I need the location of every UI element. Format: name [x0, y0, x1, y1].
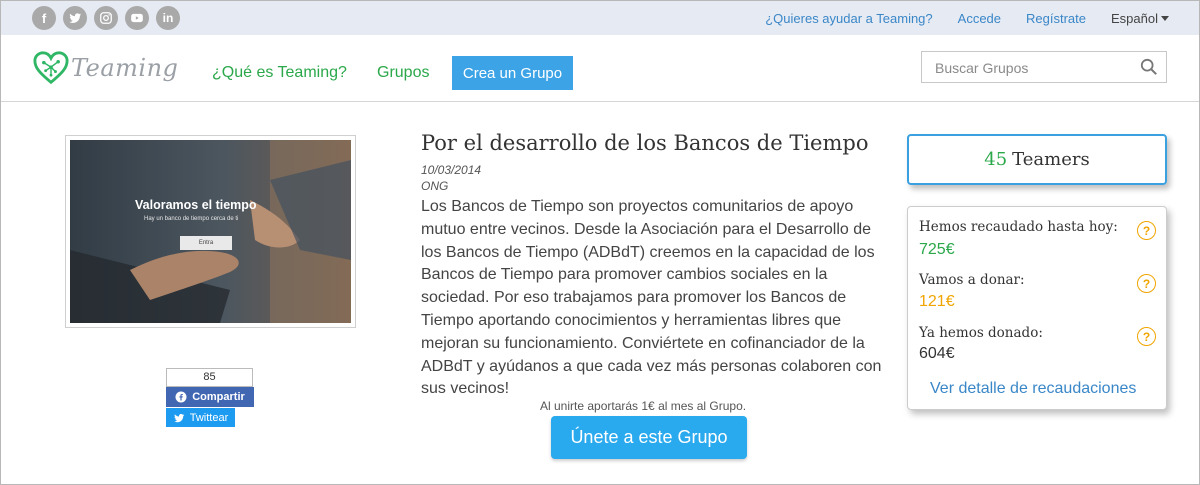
heart-logo-icon: [33, 51, 69, 85]
group-title: Por el desarrollo de los Bancos de Tiemp…: [421, 131, 869, 155]
help-icon[interactable]: ?: [1137, 327, 1156, 346]
teamers-label: Teamers: [1012, 149, 1090, 170]
search-icon[interactable]: [1140, 58, 1158, 76]
logo-text: Teaming: [71, 54, 179, 82]
donated-label: Ya hemos donado:: [919, 325, 1043, 341]
share-count: 85: [166, 368, 253, 387]
help-teaming-link[interactable]: ¿Quieres ayudar a Teaming?: [765, 11, 932, 26]
group-date: 10/03/2014: [421, 163, 482, 177]
youtube-icon[interactable]: [125, 6, 149, 30]
help-icon[interactable]: ?: [1137, 221, 1156, 240]
login-link[interactable]: Accede: [958, 11, 1001, 26]
tweet-button[interactable]: Twittear: [166, 408, 235, 427]
group-image: Valoramos el tiempo Hay un banco de tiem…: [65, 135, 356, 328]
search-input[interactable]: [933, 59, 1137, 77]
nav-groups[interactable]: Grupos: [377, 64, 429, 82]
create-group-button[interactable]: Crea un Grupo: [452, 56, 573, 90]
facebook-icon: [175, 391, 187, 403]
group-description: Los Bancos de Tiempo son proyectos comun…: [421, 198, 882, 398]
teamers-count-box: 45 Teamers: [907, 134, 1167, 185]
caret-down-icon: [1161, 16, 1169, 21]
facebook-icon[interactable]: f: [32, 6, 56, 30]
register-link[interactable]: Regístrate: [1026, 11, 1086, 26]
top-links: ¿Quieres ayudar a Teaming? Accede Regíst…: [740, 11, 1169, 26]
social-links: f in: [32, 6, 180, 30]
donated-value: 604€: [919, 345, 955, 362]
instagram-icon[interactable]: [94, 6, 118, 30]
teamers-count: 45: [984, 149, 1008, 170]
image-subheadline: Hay un banco de tiempo cerca de ti: [144, 216, 239, 222]
to-donate-label: Vamos a donar:: [919, 272, 1025, 288]
image-enter-button: Entra: [180, 236, 232, 250]
teaming-logo[interactable]: Teaming: [33, 51, 178, 85]
facebook-share-button[interactable]: Compartir: [166, 387, 254, 407]
twitter-icon: [173, 413, 184, 422]
join-group-button[interactable]: Únete a este Grupo: [551, 416, 747, 459]
donations-detail-link[interactable]: Ver detalle de recaudaciones: [930, 380, 1136, 398]
nav-what-is-teaming[interactable]: ¿Qué es Teaming?: [212, 64, 347, 82]
join-note: Al unirte aportarás 1€ al mes al Grupo.: [540, 399, 747, 413]
group-category: ONG: [421, 179, 449, 193]
twitter-icon[interactable]: [63, 6, 87, 30]
tweet-label: Twittear: [189, 411, 229, 424]
raised-label: Hemos recaudado hasta hoy:: [919, 219, 1118, 235]
funds-panel: Hemos recaudado hasta hoy: ? 725€ Vamos …: [907, 206, 1167, 410]
image-headline: Valoramos el tiempo: [135, 198, 257, 212]
to-donate-value: 121€: [919, 293, 955, 310]
top-bar: f in ¿Quieres ayudar a Teaming? Accede R…: [1, 1, 1199, 35]
raised-value: 725€: [919, 241, 955, 258]
group-photo: Valoramos el tiempo Hay un banco de tiem…: [70, 140, 351, 323]
share-label: Compartir: [192, 391, 245, 403]
main-nav: Teaming ¿Qué es Teaming? Grupos Crea un …: [1, 35, 1199, 102]
language-label: Español: [1111, 11, 1158, 26]
hands-photo-image: [70, 140, 351, 323]
linkedin-icon[interactable]: in: [156, 6, 180, 30]
help-icon[interactable]: ?: [1137, 274, 1156, 293]
search-box: [921, 51, 1167, 83]
language-selector[interactable]: Español: [1111, 11, 1169, 26]
